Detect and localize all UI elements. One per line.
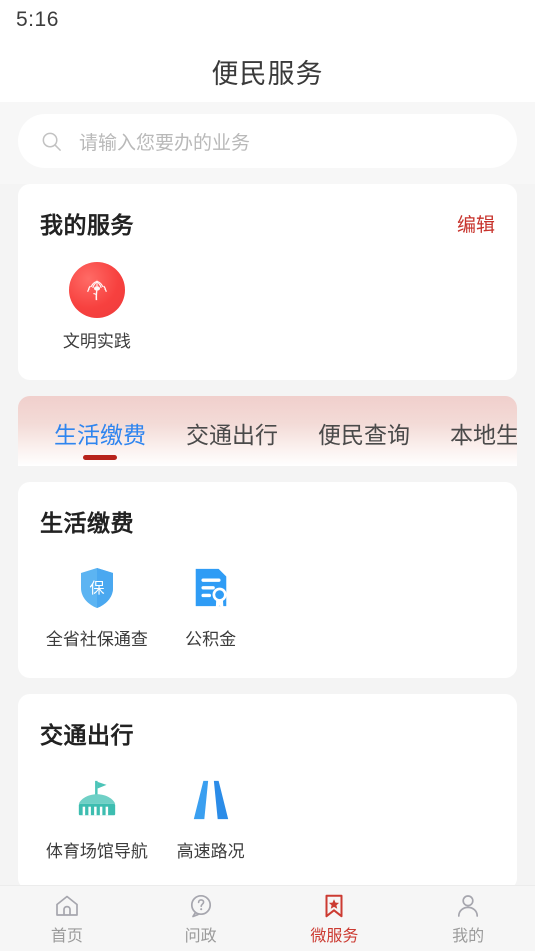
search-icon [40,130,63,153]
section-card-shenghuojiaofei: 生活缴费 保 全省社保通查 公积金 [18,482,517,678]
tab-label: 交通出行 [186,422,278,448]
nav-item-label: 微服务 [310,927,359,945]
nav-item-weifuwu[interactable]: 微服务 [268,892,402,946]
page-scroll-area[interactable]: 请输入您要办的业务 我的服务 编辑 文明实践 生活缴费 交通出行 便民查询 本地… [0,102,535,951]
service-item-gongjijin[interactable]: 公积金 [154,560,268,650]
app-root: 5:16 便民服务 请输入您要办的业务 我的服务 编辑 文明实践 生活缴费 交通… [0,0,535,951]
home-icon [53,892,81,920]
shield-insurance-icon: 保 [69,560,125,616]
person-icon [454,892,482,920]
my-services-grid: 文明实践 [40,248,495,362]
status-bar: 5:16 [0,0,535,40]
stadium-flag-icon [69,772,125,828]
service-item-wenmingshijian[interactable]: 文明实践 [40,262,154,352]
my-services-card: 我的服务 编辑 文明实践 [18,184,517,380]
service-item-label: 文明实践 [62,332,131,351]
status-time: 5:16 [16,8,59,31]
title-bar: 便民服务 [0,40,535,102]
section-card-jiaotongchuxing: 交通出行 体育场馆导航 高速路况 [18,694,517,890]
question-bubble-icon [187,892,215,920]
service-item-quanshengshebaotongcha[interactable]: 保 全省社保通查 [40,560,154,650]
nav-item-label: 问政 [184,927,217,945]
service-item-label: 体育场馆导航 [45,842,148,861]
section-grid: 保 全省社保通查 公积金 [40,546,495,660]
nav-item-wenzheng[interactable]: 问政 [134,892,268,946]
tab-label: 本地生活 [450,422,517,448]
service-item-label: 高速路况 [176,842,245,861]
palm-tree-circle-icon [68,262,125,318]
service-item-gaosuluguang[interactable]: 高速路况 [154,772,268,862]
tab-label: 生活缴费 [54,422,146,448]
bookmark-star-icon [320,892,348,920]
section-title: 交通出行 [40,722,134,748]
edit-button[interactable]: 编辑 [457,210,495,237]
section-header: 生活缴费 [40,504,495,538]
category-tabs[interactable]: 生活缴费 交通出行 便民查询 本地生活 [18,396,517,466]
highway-road-icon [183,772,239,828]
svg-text:保: 保 [89,580,104,597]
tab-label: 便民查询 [318,422,410,448]
page-title: 便民服务 [211,58,324,89]
service-item-label: 全省社保通查 [45,630,148,649]
section-title: 生活缴费 [40,510,134,536]
document-award-icon [183,560,239,616]
nav-item-label: 我的 [452,927,485,945]
search-placeholder: 请输入您要办的业务 [79,132,251,154]
service-item-tiyuchangguandaohang[interactable]: 体育场馆导航 [40,772,154,862]
section-header: 交通出行 [40,716,495,750]
search-section: 请输入您要办的业务 [0,102,535,184]
service-item-label: 公积金 [185,630,237,649]
tab-jiaotongchuxing[interactable]: 交通出行 [166,410,298,466]
search-input[interactable]: 请输入您要办的业务 [18,114,517,168]
my-services-title: 我的服务 [40,212,134,238]
section-grid: 体育场馆导航 高速路况 [40,758,495,872]
nav-item-mine[interactable]: 我的 [401,892,535,946]
category-tabs-strip[interactable]: 生活缴费 交通出行 便民查询 本地生活 [18,396,517,466]
my-services-header: 我的服务 编辑 [40,206,495,240]
tab-shenghuojiaofei[interactable]: 生活缴费 [34,410,166,466]
nav-item-home[interactable]: 首页 [0,892,134,946]
tab-bendishenghuo[interactable]: 本地生活 [430,410,517,466]
bottom-navigation: 首页 问政 微服务 我的 [0,885,535,951]
tab-bianminchaxun[interactable]: 便民查询 [298,410,430,466]
nav-item-label: 首页 [50,927,83,945]
